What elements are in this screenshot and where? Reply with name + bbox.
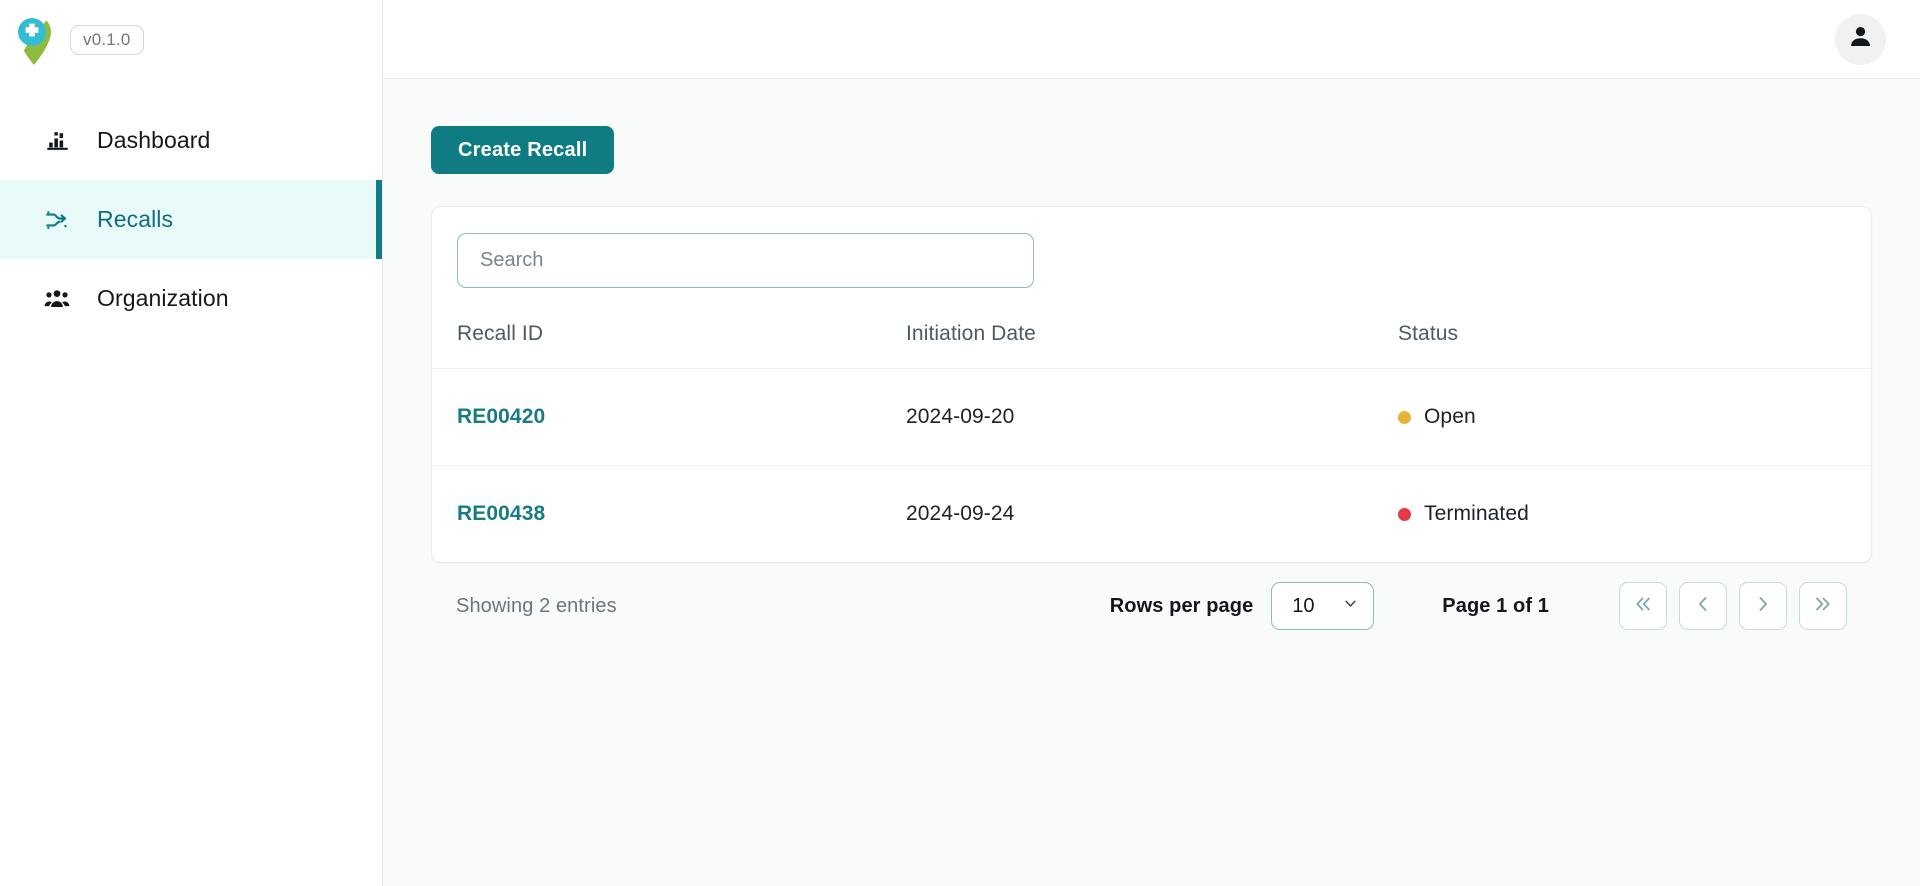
medical-map-pin-logo [10,10,58,68]
status-dot-icon [1398,410,1411,424]
chevron-right-icon [1752,593,1774,620]
status-dot-icon [1398,507,1411,521]
rows-per-page-select[interactable]: 10 [1271,582,1375,630]
cell-status: Terminated [1398,465,1871,562]
status-label: Open [1424,405,1476,428]
entries-count: Showing 2 entries [456,594,617,617]
previous-page-button[interactable] [1679,582,1727,630]
pager-buttons [1619,582,1847,630]
chevron-down-icon [1342,595,1359,618]
table-body: RE00420 2024-09-20 Open RE00438 2024-09-… [432,368,1871,562]
sidebar-item-label: Recalls [97,206,174,232]
search-input[interactable] [457,233,1034,288]
recalls-table: Recall ID Initiation Date Status RE00420… [432,306,1871,562]
sidebar-nav: Dashboard Recalls Organization [0,101,382,338]
page-indicator: Page 1 of 1 [1442,594,1549,617]
table-row[interactable]: RE00420 2024-09-20 Open [432,368,1871,466]
column-header-initiation-date: Initiation Date [906,322,1036,345]
rows-per-page-value: 10 [1292,594,1315,617]
user-avatar-icon [1847,23,1874,55]
bar-chart-icon [44,128,70,154]
cell-initiation-date: 2024-09-24 [906,465,1398,562]
users-group-icon [44,286,70,312]
sidebar: v0.1.0 Dashboard Recalls Organization [0,0,383,886]
sidebar-item-recalls[interactable]: Recalls [0,180,382,259]
next-page-button[interactable] [1739,582,1787,630]
create-recall-button[interactable]: Create Recall [431,126,615,174]
sidebar-item-label: Dashboard [97,127,211,153]
version-badge: v0.1.0 [70,24,144,55]
brand-header: v0.1.0 [0,0,382,79]
column-header-recall-id: Recall ID [457,322,544,345]
sidebar-item-label: Organization [97,285,229,311]
column-header-status: Status [1398,322,1459,345]
cell-initiation-date: 2024-09-20 [906,368,1398,466]
card-toolbar [432,207,1871,306]
avatar[interactable] [1835,13,1886,65]
cell-status: Open [1398,368,1871,466]
recall-id-link[interactable]: RE00438 [457,502,545,525]
chevron-double-left-icon [1632,593,1654,620]
app-root: v0.1.0 Dashboard Recalls Organization Cr… [0,0,1920,886]
rows-per-page-label: Rows per page [1109,594,1254,617]
last-page-button[interactable] [1799,582,1847,630]
table-row[interactable]: RE00438 2024-09-24 Terminated [432,465,1871,562]
main-area: Create Recall Recall ID Initiation Date … [383,0,1920,886]
topbar [383,0,1920,79]
sidebar-item-organization[interactable]: Organization [0,259,382,338]
sidebar-item-dashboard[interactable]: Dashboard [0,101,382,180]
first-page-button[interactable] [1619,582,1667,630]
recall-id-link[interactable]: RE00420 [457,405,545,428]
status-label: Terminated [1424,502,1529,525]
chevron-left-icon [1692,593,1714,620]
cell-recall-id: RE00438 [432,465,906,562]
pagination-controls: Rows per page 10 Page 1 of 1 [1110,582,1847,630]
table-header: Recall ID Initiation Date Status [432,306,1871,369]
page-content: Create Recall Recall ID Initiation Date … [383,79,1920,886]
recalls-card: Recall ID Initiation Date Status RE00420… [431,206,1872,563]
table-footer: Showing 2 entries Rows per page 10 Page … [431,563,1872,649]
shuffle-arrows-icon [44,207,70,233]
cell-recall-id: RE00420 [432,368,906,466]
chevron-double-right-icon [1812,593,1834,620]
table-header-row: Recall ID Initiation Date Status [432,306,1871,369]
